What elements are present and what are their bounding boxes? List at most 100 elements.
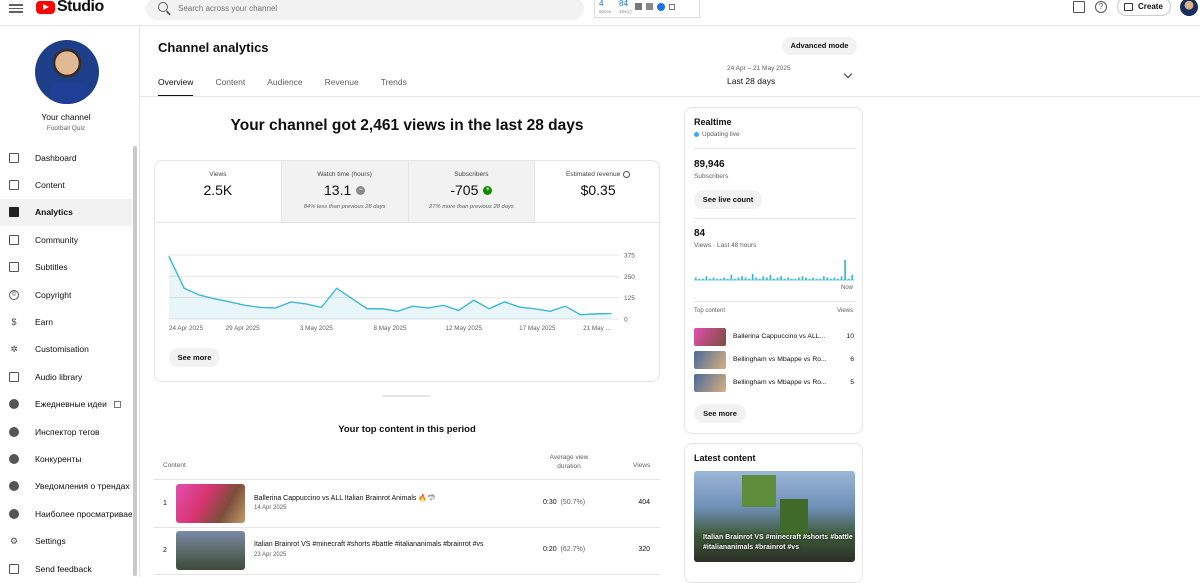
sidebar-item-audio-library[interactable]: Audio library [0,363,132,390]
views-line-chart[interactable]: 375 250 125 0 24 Apr 2025 29 Apr 2025 3 May 20… [155,241,660,341]
ext-tool-icon[interactable] [657,3,665,11]
metric-subscribers[interactable]: Subscribers -705 + 27% more than previous… [408,161,536,222]
realtime-bar[interactable] [808,278,811,280]
video-thumbnail[interactable] [176,484,245,523]
realtime-bar[interactable] [851,275,854,280]
realtime-bar[interactable] [702,278,704,280]
video-title[interactable]: Ballerina Cappuccino vs ALL Italian Brai… [254,494,436,502]
realtime-see-more-button[interactable]: See more [694,404,746,423]
realtime-bar[interactable] [819,278,822,280]
video-thumbnail[interactable] [176,531,245,570]
realtime-bar[interactable] [716,278,718,280]
realtime-bar-chart[interactable] [694,258,856,282]
tab-audience[interactable]: Audience [267,77,302,97]
realtime-bar[interactable] [744,277,747,281]
col-duration[interactable]: Average view duration [540,453,598,471]
channel-avatar[interactable] [35,40,99,104]
col-views[interactable]: Views [633,462,650,469]
metric-views[interactable]: Views 2.5K [155,161,282,222]
help-icon[interactable]: ? [1095,1,1107,13]
realtime-bar[interactable] [766,277,768,281]
chevron-down-icon[interactable] [843,69,853,79]
realtime-bar[interactable] [787,277,790,281]
realtime-bar[interactable] [758,278,761,280]
realtime-bar[interactable] [847,278,850,280]
account-avatar[interactable] [1180,0,1198,16]
table-row[interactable]: 1 Ballerina Cappuccino vs ALL Italian Br… [154,481,660,527]
sidebar-item-daily-ideas[interactable]: Ежедневные идеи [0,391,132,418]
realtime-bar[interactable] [726,278,729,280]
video-thumbnail[interactable] [694,328,726,346]
realtime-bar[interactable] [705,276,708,280]
realtime-bar[interactable] [694,277,697,281]
sidebar-item-content[interactable]: Content [0,171,132,198]
realtime-bar[interactable] [776,277,779,281]
sidebar-item-settings[interactable]: ⚙ Settings [0,527,132,554]
video-thumbnail[interactable] [694,374,726,392]
sidebar-item-analytics[interactable]: Analytics [0,198,132,227]
realtime-bar[interactable] [712,277,715,281]
realtime-bar[interactable] [830,278,832,280]
sidebar-item-community[interactable]: Community [0,226,132,253]
latest-video-thumbnail[interactable]: Italian Brainrot VS #minecraft #shorts #… [694,471,855,562]
realtime-item[interactable]: Bellingham vs Mbappe vs Ro... 6 [694,351,856,371]
sidebar-item-competitors[interactable]: Конкуренты [0,445,132,472]
realtime-bar[interactable] [773,278,775,280]
realtime-bar[interactable] [798,277,800,281]
video-thumbnail[interactable] [694,351,726,369]
advanced-mode-button[interactable]: Advanced mode [782,37,857,55]
realtime-bar[interactable] [741,276,743,280]
date-label[interactable]: Last 28 days [727,76,775,86]
sidebar-item-copyright[interactable]: © Copyright [0,281,132,308]
realtime-bar[interactable] [737,277,740,281]
sidebar-item-most-viewed[interactable]: Наиболее просматриваемые [0,500,132,527]
tab-revenue[interactable]: Revenue [325,77,359,97]
see-live-count-button[interactable]: See live count [694,190,762,209]
studio-logo[interactable]: Studio [36,0,104,15]
realtime-bar[interactable] [780,276,782,280]
realtime-bar[interactable] [844,260,846,280]
realtime-bar[interactable] [698,278,701,280]
realtime-bar[interactable] [840,276,843,280]
realtime-bar[interactable] [734,278,736,280]
menu-icon[interactable] [9,2,23,14]
realtime-bar[interactable] [751,273,754,280]
search-bar[interactable] [146,0,584,20]
extension-widget[interactable]: 4 60сек 84 48ч(с) [594,0,700,18]
realtime-bar[interactable] [719,278,722,280]
realtime-bar[interactable] [794,278,797,280]
realtime-bar[interactable] [762,276,765,280]
sidebar-item-dashboard[interactable]: Dashboard [0,144,132,171]
sidebar-item-send-feedback[interactable]: Send feedback [0,555,132,582]
captions-icon[interactable] [1073,1,1085,13]
realtime-bar[interactable] [826,277,829,281]
realtime-bar[interactable] [769,275,772,280]
sidebar-item-tag-inspector[interactable]: Инспектор тегов [0,418,132,445]
table-row[interactable]: 2 Italian Brainrot VS #minecraft #shorts… [154,528,660,574]
metric-watch-time[interactable]: Watch time (hours) 13.1− 84% less than p… [281,161,409,222]
realtime-bar[interactable] [755,277,758,281]
realtime-bar[interactable] [815,278,818,280]
realtime-bar[interactable] [801,276,804,280]
realtime-bar[interactable] [812,277,814,281]
realtime-item[interactable]: Bellingham vs Mbappe vs Ro... 5 [694,374,856,394]
sidebar-scrollbar[interactable] [133,146,137,576]
realtime-bar[interactable] [783,278,786,280]
realtime-bar[interactable] [833,277,836,281]
tab-content[interactable]: Content [215,77,245,97]
ext-tool-icon[interactable] [635,3,642,10]
realtime-bar[interactable] [748,278,750,280]
video-title[interactable]: Italian Brainrot VS #minecraft #shorts #… [254,541,484,548]
chart-see-more-button[interactable]: See more [169,348,220,367]
sidebar-item-customisation[interactable]: ✲ Customisation [0,336,132,363]
realtime-bar[interactable] [723,277,726,281]
search-input[interactable] [178,1,558,15]
date-range[interactable]: 24 Apr – 21 May 2025 [727,65,791,72]
realtime-bar[interactable] [730,275,733,280]
realtime-bar[interactable] [805,277,807,281]
realtime-item[interactable]: Ballerina Cappuccino vs ALL... 10 [694,328,856,348]
create-button[interactable]: Create [1117,0,1171,16]
realtime-bar[interactable] [709,278,711,280]
sidebar-item-subtitles[interactable]: Subtitles [0,254,132,281]
sidebar-item-trend-alerts[interactable]: Уведомления о трендах [0,473,132,500]
